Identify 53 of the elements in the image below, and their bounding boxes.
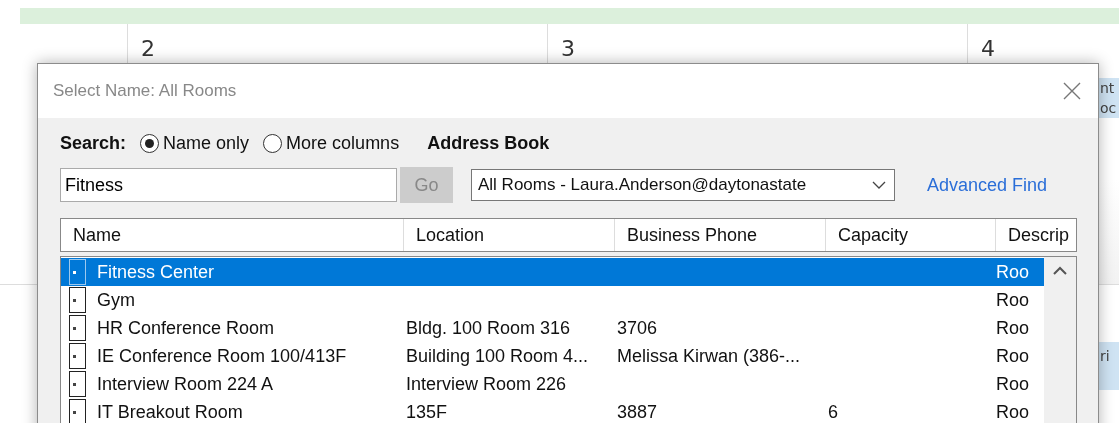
table-cell: IE Conference Room 100/413F <box>97 346 347 366</box>
table-cell: Fitness Center <box>97 262 215 282</box>
room-row[interactable]: IE Conference Room 100/413F Building 100 Room 4... Melissa Kirwan (386-... Roo <box>61 342 1044 370</box>
column-header[interactable]: Capacity <box>826 219 996 251</box>
search-mode-radio[interactable]: Name only <box>140 133 250 154</box>
room-icon <box>69 259 86 285</box>
table-cell: Roo <box>996 290 1030 310</box>
table-cell: Interview Room 224 A <box>97 374 274 394</box>
chevron-down-icon[interactable] <box>872 181 886 189</box>
dialog-title: Select Name: All Rooms <box>53 81 237 101</box>
table-cell: Melissa Kirwan (386-... <box>617 346 801 366</box>
address-book-label: Address Book <box>427 133 550 154</box>
room-icon <box>69 287 86 313</box>
table-cell: Bldg. 100 Room 316 <box>406 318 571 338</box>
column-header[interactable]: Location <box>404 219 615 251</box>
room-row[interactable]: Interview Room 224 A Interview Room 226 Roo <box>61 370 1044 398</box>
room-row[interactable]: Gym Roo <box>61 286 1044 314</box>
column-header[interactable]: Business Phone <box>615 219 826 251</box>
calendar-event[interactable]: ri <box>1098 342 1119 390</box>
column-header[interactable]: Descrip <box>996 219 1076 251</box>
table-cell: HR Conference Room <box>97 318 275 338</box>
table-cell: Roo <box>996 318 1030 338</box>
calendar-event[interactable]: nt oc <box>1098 78 1119 118</box>
day-number: 4 <box>981 36 995 61</box>
room-row[interactable]: HR Conference Room Bldg. 100 Room 316 3706 Roo <box>61 314 1044 342</box>
room-icon <box>69 343 86 369</box>
table-cell: Roo <box>996 262 1030 282</box>
table-cell: 135F <box>406 402 448 422</box>
table-cell: Roo <box>996 402 1030 422</box>
table-cell: IT Breakout Room <box>97 402 243 422</box>
table-cell: Roo <box>996 346 1030 366</box>
table-cell: 3706 <box>617 318 658 338</box>
day-number: 3 <box>561 36 575 61</box>
table-cell: Roo <box>996 374 1030 394</box>
table-cell: Building 100 Room 4... <box>406 346 589 366</box>
table-cell: 3887 <box>617 402 658 422</box>
room-row[interactable]: Fitness Center Roo <box>61 258 1044 286</box>
room-icon <box>69 371 86 397</box>
search-field[interactable]: Fitness <box>60 168 397 202</box>
day-number: 2 <box>141 36 155 61</box>
table-cell: Interview Room 226 <box>406 374 567 394</box>
room-icon <box>69 315 86 341</box>
search-label: Search: <box>60 133 127 154</box>
address-book-dropdown[interactable]: All Rooms - Laura.Anderson@daytonastate <box>471 169 895 201</box>
table-cell: Gym <box>97 290 135 310</box>
search-mode-radio[interactable]: More columns <box>263 133 400 154</box>
column-header[interactable]: Name <box>61 219 404 251</box>
room-row[interactable]: IT Breakout Room 135F 3887 6 Roo <box>61 398 1044 423</box>
advanced-find-link[interactable]: Advanced Find <box>927 174 1048 196</box>
table-cell: 6 <box>828 402 838 422</box>
close-icon[interactable] <box>1063 82 1081 100</box>
scroll-up-icon[interactable] <box>1053 266 1067 275</box>
scrollbar[interactable] <box>1044 257 1076 423</box>
